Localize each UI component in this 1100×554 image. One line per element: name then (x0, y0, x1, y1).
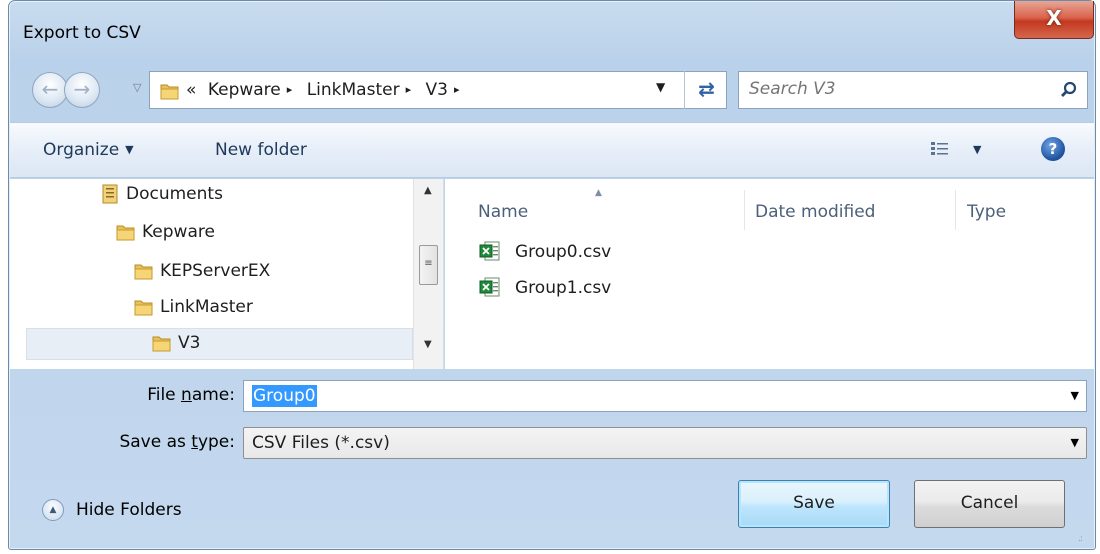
recent-locations-dropdown[interactable]: ▽ (133, 81, 141, 94)
column-header-label: Date modified (755, 202, 876, 222)
scrollbar-thumb[interactable]: ≡ (419, 245, 438, 285)
organize-label: Organize (43, 140, 120, 160)
new-folder-button[interactable]: New folder (215, 140, 307, 160)
chevron-down-icon[interactable]: ▼ (1071, 389, 1079, 402)
label-part: Save as (119, 432, 192, 452)
breadcrumb-separator-icon[interactable]: ▸ (406, 83, 412, 96)
folder-icon (160, 81, 180, 106)
view-options-icon[interactable] (930, 140, 950, 163)
dialog-title: Export to CSV (23, 23, 141, 43)
file-name-value[interactable]: Group0 (252, 385, 317, 407)
command-bar: Organize ▼ New folder ▼ ? (10, 122, 1094, 178)
label-part: ame: (191, 385, 235, 405)
excel-csv-icon (479, 276, 501, 303)
refresh-button[interactable]: ⇄ (684, 71, 728, 109)
folder-icon (116, 222, 136, 247)
breadcrumb-separator-icon[interactable]: ▸ (287, 83, 293, 96)
column-header-label: Type (967, 202, 1007, 222)
tree-item-kepserverex[interactable]: KEPServerEX (134, 257, 394, 289)
label-part: ype: (197, 432, 235, 452)
back-arrow-icon: ← (41, 77, 59, 101)
file-list-pane: ▲ Name Date modified Type Group0.csv Gro… (445, 179, 1094, 369)
refresh-icon: ⇄ (698, 77, 715, 101)
folder-icon (134, 261, 154, 286)
file-name: Group0.csv (515, 242, 612, 262)
view-dropdown-icon[interactable]: ▼ (973, 143, 981, 156)
excel-csv-icon (479, 240, 501, 267)
close-button[interactable]: X (1014, 1, 1094, 39)
tree-item-label: Documents (126, 184, 223, 204)
breadcrumb-overflow[interactable]: « (186, 80, 196, 100)
search-box (738, 71, 1088, 109)
help-icon[interactable]: ? (1041, 137, 1065, 161)
organize-menu-button[interactable]: Organize ▼ (43, 140, 134, 160)
tree-item-label: Kepware (142, 222, 215, 242)
breadcrumb: « Kepware ▸ LinkMaster ▸ V3 ▸ (186, 80, 469, 100)
folder-icon (152, 333, 172, 358)
collapse-up-icon: ▲ (42, 499, 64, 521)
chevron-down-icon[interactable]: ▼ (1071, 436, 1079, 449)
breadcrumb-separator-icon[interactable]: ▸ (454, 83, 460, 96)
address-bar[interactable]: « Kepware ▸ LinkMaster ▸ V3 ▸ ▼ ⇄ (149, 71, 727, 109)
forward-arrow-icon: → (73, 77, 91, 101)
forward-button[interactable]: → (64, 72, 100, 108)
file-row-group0[interactable]: Group0.csv (471, 235, 1080, 267)
file-row-group1[interactable]: Group1.csv (471, 271, 636, 303)
hide-folders-label: Hide Folders (76, 500, 182, 520)
resize-grip-icon[interactable]: .: (1078, 534, 1083, 544)
label-accelerator: n (181, 385, 192, 405)
chevron-down-icon: ▼ (125, 143, 134, 156)
search-input[interactable] (747, 78, 1037, 100)
breadcrumb-item-v3[interactable]: V3 (426, 80, 448, 100)
save-type-label: Save as type: (69, 432, 235, 452)
file-name: Group1.csv (515, 278, 612, 298)
file-name-label: File name: (109, 385, 235, 405)
documents-library-icon (100, 184, 120, 209)
search-icon[interactable] (1059, 80, 1079, 105)
save-type-select[interactable]: CSV Files (*.csv) ▼ (243, 427, 1087, 459)
tree-item-documents[interactable]: Documents (100, 180, 400, 212)
back-button[interactable]: ← (32, 72, 68, 108)
sort-ascending-icon: ▲ (595, 188, 602, 198)
tree-item-linkmaster[interactable]: LinkMaster (134, 293, 394, 325)
tree-item-label: KEPServerEX (160, 261, 271, 281)
column-header-date-modified[interactable]: Date modified (744, 190, 954, 230)
address-dropdown-icon[interactable]: ▼ (656, 80, 665, 94)
column-header-name[interactable]: ▲ Name (445, 188, 743, 230)
label-part: File (147, 385, 182, 405)
navigation-scrollbar[interactable]: ▲ ≡ ▼ (413, 179, 443, 369)
column-header-type[interactable]: Type (955, 190, 1094, 230)
file-name-field[interactable]: Group0 ▼ (243, 380, 1087, 412)
breadcrumb-item-kepware[interactable]: Kepware (208, 80, 281, 100)
close-icon: X (1046, 6, 1062, 30)
save-button[interactable]: Save (738, 480, 890, 528)
scroll-down-icon[interactable]: ▼ (424, 339, 432, 350)
save-type-value: CSV Files (*.csv) (252, 433, 390, 453)
label-accelerator: t (191, 432, 198, 452)
scroll-up-icon[interactable]: ▲ (424, 185, 432, 196)
folder-icon (134, 297, 154, 322)
tree-item-kepware[interactable]: Kepware (116, 218, 396, 250)
export-csv-dialog: Export to CSV X ← → ▽ « Kepware ▸ LinkMas… (8, 0, 1096, 550)
cancel-button[interactable]: Cancel (914, 480, 1065, 528)
chevron-down-icon: ▽ (133, 81, 142, 94)
tree-item-label: V3 (178, 333, 201, 353)
tree-item-v3[interactable]: V3 (26, 328, 413, 360)
column-header-label: Name (478, 202, 529, 222)
breadcrumb-item-linkmaster[interactable]: LinkMaster (307, 80, 400, 100)
tree-item-label: LinkMaster (160, 297, 253, 317)
navigation-pane: Documents Kepware KEPServerEX LinkMaster… (10, 179, 444, 369)
